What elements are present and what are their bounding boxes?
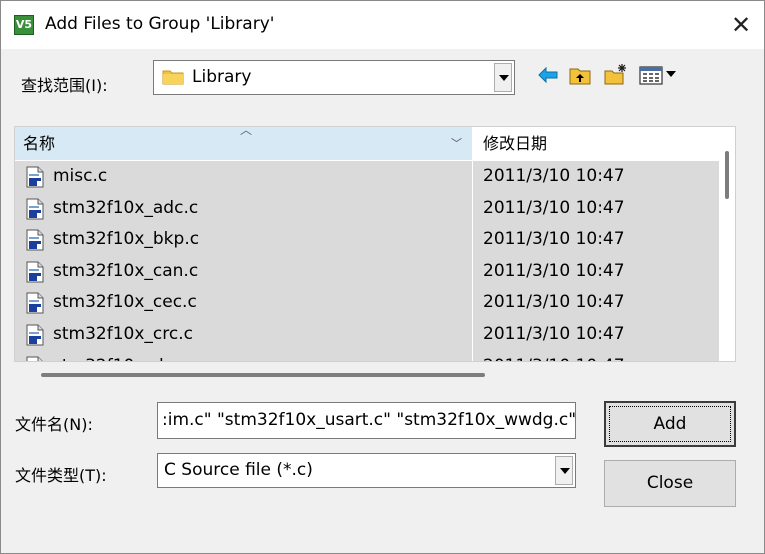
file-date-cell: 2011/3/10 10:47 (473, 255, 719, 288)
scroll-thumb[interactable] (725, 151, 729, 199)
file-name-text: stm32f10x_cec.c (53, 292, 197, 313)
file-row[interactable]: stm32f10x_cec.c 2011/3/10 10:47 (15, 287, 719, 319)
file-name-cell[interactable]: stm32f10x_can.c (15, 255, 472, 288)
file-name-text: misc.c (53, 166, 108, 186)
c-file-icon (25, 166, 45, 188)
file-name-cell[interactable]: stm32f10x_cec.c (15, 287, 472, 319)
file-type-value: C Source file (*.c) (164, 460, 313, 480)
close-button-label: Close (646, 473, 694, 493)
chevron-down-icon[interactable] (494, 63, 512, 92)
folder-icon (162, 70, 184, 85)
file-date-cell: 2011/3/10 10:47 (473, 287, 719, 319)
c-file-icon (25, 356, 45, 361)
file-name-text: stm32f10x_adc.c (53, 197, 199, 218)
c-file-icon (25, 292, 45, 314)
file-date-cell: 2011/3/10 10:47 (473, 350, 719, 361)
file-name-cell[interactable]: stm32f10x_crc.c (15, 318, 472, 351)
file-date-cell: 2011/3/10 10:47 (473, 318, 719, 351)
file-date-cell: 2011/3/10 10:47 (473, 161, 719, 193)
chevron-down-icon[interactable] (555, 456, 573, 485)
file-name-text: stm32f10x_bkp.c (53, 229, 200, 250)
add-button[interactable]: Add (604, 401, 736, 447)
column-name-label: 名称 (23, 134, 56, 153)
file-name-cell[interactable]: stm32f10x_dac.c (15, 350, 472, 361)
chevron-down-icon[interactable]: ﹀ (451, 127, 462, 160)
close-icon[interactable]: ✕ (728, 11, 754, 39)
c-file-icon (25, 261, 45, 283)
title-bar: V5 Add Files to Group 'Library' ✕ (1, 1, 764, 49)
back-arrow-icon[interactable] (536, 63, 560, 87)
view-menu-icon[interactable] (639, 63, 683, 87)
look-in-label: 查找范围(I): (21, 76, 108, 95)
file-date-cell: 2011/3/10 10:47 (473, 192, 719, 225)
c-file-icon (25, 229, 45, 251)
look-in-combo[interactable]: Library (153, 60, 515, 95)
file-rows: misc.c 2011/3/10 10:47 stm32f10x_adc.c 2011… (15, 161, 719, 361)
file-type-label: 文件类型(T): (15, 466, 107, 485)
add-files-dialog: V5 Add Files to Group 'Library' ✕ 查找范围(I… (0, 0, 765, 554)
app-logo-icon: V5 (14, 15, 34, 35)
file-name-text: stm32f10x_crc.c (53, 323, 193, 344)
look-in-value: Library (192, 67, 252, 87)
column-header-date[interactable]: 修改日期 (473, 127, 717, 160)
horizontal-scroll-thumb[interactable] (41, 373, 485, 377)
file-name-text: stm32f10x_dac.c (53, 351, 198, 361)
c-file-icon (25, 198, 45, 220)
add-button-label: Add (653, 414, 687, 434)
up-folder-icon[interactable] (568, 63, 592, 87)
vertical-scrollbar[interactable] (719, 127, 735, 361)
window-title: Add Files to Group 'Library' (45, 14, 275, 34)
file-list[interactable]: 名称 ︿ ﹀ 修改日期 misc.c 2011/3/10 10:47 stm32f1… (14, 126, 736, 362)
file-date-cell: 2011/3/10 10:47 (473, 224, 719, 256)
file-row[interactable]: stm32f10x_bkp.c 2011/3/10 10:47 (15, 224, 719, 256)
file-name-input[interactable]: :im.c" "stm32f10x_usart.c" "stm32f10x_ww… (157, 402, 576, 439)
file-row[interactable]: stm32f10x_adc.c 2011/3/10 10:47 (15, 192, 719, 225)
column-date-label: 修改日期 (483, 134, 548, 153)
file-name-cell[interactable]: misc.c (15, 161, 472, 193)
file-name-cell[interactable]: stm32f10x_adc.c (15, 192, 472, 225)
new-folder-icon[interactable] (603, 63, 627, 87)
file-name-text: stm32f10x_can.c (53, 260, 199, 281)
sort-up-icon: ︿ (240, 126, 253, 137)
file-row[interactable]: stm32f10x_can.c 2011/3/10 10:47 (15, 255, 719, 288)
c-file-icon (25, 324, 45, 346)
file-name-cell[interactable]: stm32f10x_bkp.c (15, 224, 472, 256)
file-name-label: 文件名(N): (15, 415, 93, 434)
file-row[interactable]: stm32f10x_crc.c 2011/3/10 10:47 (15, 318, 719, 351)
file-type-combo[interactable]: C Source file (*.c) (157, 453, 576, 488)
close-button[interactable]: Close (604, 460, 736, 507)
file-row[interactable]: stm32f10x_dac.c 2011/3/10 10:47 (15, 350, 719, 361)
column-header-name[interactable]: 名称 ︿ ﹀ (15, 127, 472, 160)
file-row[interactable]: misc.c 2011/3/10 10:47 (15, 161, 719, 193)
